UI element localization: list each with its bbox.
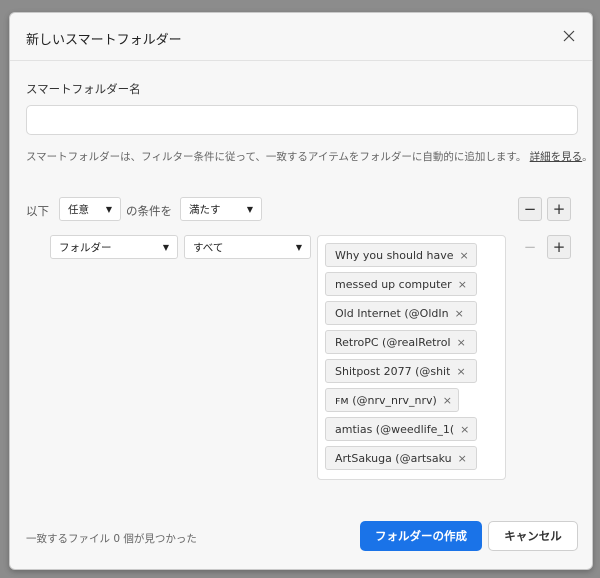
create-folder-button[interactable]: フォルダーの作成 [360, 521, 482, 551]
close-icon[interactable]: × [458, 452, 467, 465]
minus-icon: − [523, 200, 537, 218]
tag-label: Shitpost 2077 (@shit [335, 364, 451, 378]
rule-field-value: フォルダー [59, 241, 112, 254]
rule-operator-value: すべて [193, 241, 224, 254]
condition-prefix: 以下 [26, 204, 49, 218]
match-type-value: 任意 [68, 203, 89, 216]
close-icon[interactable]: × [458, 278, 467, 291]
smart-folder-dialog: 新しいスマートフォルダー スマートフォルダー名 スマートフォルダーは、フィルター… [9, 12, 593, 570]
folder-tag[interactable]: Shitpost 2077 (@shit × [325, 359, 477, 383]
condition-middle-text: の条件を [126, 204, 172, 218]
help-description: スマートフォルダーは、フィルター条件に従って、一致するアイテムをフォルダーに自動… [26, 151, 527, 163]
close-icon[interactable]: × [443, 394, 452, 407]
remove-group-button[interactable]: − [518, 197, 542, 221]
close-icon[interactable]: × [456, 365, 465, 378]
folder-tag[interactable]: messed up computer × [325, 272, 477, 296]
folder-name-label: スマートフォルダー名 [26, 82, 141, 96]
remove-rule-button[interactable]: − [518, 235, 542, 259]
add-rule-button[interactable]: + [547, 235, 571, 259]
folder-tag[interactable]: ArtSakuga (@artsaku × [325, 446, 477, 470]
minus-icon: − [523, 238, 537, 256]
match-count-text: 一致するファイル 0 個が見つかった [26, 533, 197, 545]
help-text: スマートフォルダーは、フィルター条件に従って、一致するアイテムをフォルダーに自動… [26, 149, 593, 164]
add-group-button[interactable]: + [547, 197, 571, 221]
rule-operator-select[interactable]: すべて ▼ [184, 235, 311, 259]
chevron-down-icon: ▼ [162, 242, 169, 252]
folder-name-input[interactable] [26, 105, 578, 135]
tag-label: amtias (@weedlife_1( [335, 422, 455, 436]
dialog-title: 新しいスマートフォルダー [26, 33, 182, 48]
tag-label: RetroPC (@realRetroI [335, 335, 451, 349]
help-period: 。 [582, 151, 593, 163]
folder-tag[interactable]: ꜰᴍ (@nrv_nrv_nrv) × [325, 388, 459, 412]
cancel-button[interactable]: キャンセル [488, 521, 578, 551]
satisfy-value: 満たす [189, 203, 221, 216]
close-icon[interactable]: × [460, 249, 469, 262]
learn-more-link[interactable]: 詳細を見る [530, 151, 583, 163]
folder-tag[interactable]: amtias (@weedlife_1( × [325, 417, 477, 441]
plus-icon: + [552, 238, 566, 256]
close-icon [563, 30, 575, 42]
folder-tag[interactable]: RetroPC (@realRetroI × [325, 330, 477, 354]
tag-label: ꜰᴍ (@nrv_nrv_nrv) [335, 393, 437, 407]
tag-label: messed up computer [335, 277, 452, 291]
plus-icon: + [552, 200, 566, 218]
rule-field-select[interactable]: フォルダー ▼ [50, 235, 178, 259]
tag-label: Old Internet (@OldIn [335, 306, 449, 320]
close-icon[interactable]: × [455, 307, 464, 320]
close-icon[interactable]: × [460, 423, 469, 436]
satisfy-select[interactable]: 満たす ▼ [180, 197, 262, 221]
close-button[interactable] [560, 27, 578, 45]
close-icon[interactable]: × [457, 336, 466, 349]
chevron-down-icon: ▼ [105, 204, 112, 214]
chevron-down-icon: ▼ [246, 204, 253, 214]
match-type-select[interactable]: 任意 ▼ [59, 197, 121, 221]
folder-tag-list[interactable]: Why you should have × messed up computer… [317, 235, 506, 480]
chevron-down-icon: ▼ [295, 242, 302, 252]
folder-tag[interactable]: Old Internet (@OldIn × [325, 301, 477, 325]
tag-label: Why you should have [335, 248, 454, 262]
title-bar: 新しいスマートフォルダー [10, 13, 592, 61]
tag-label: ArtSakuga (@artsaku [335, 451, 452, 465]
folder-tag[interactable]: Why you should have × [325, 243, 477, 267]
